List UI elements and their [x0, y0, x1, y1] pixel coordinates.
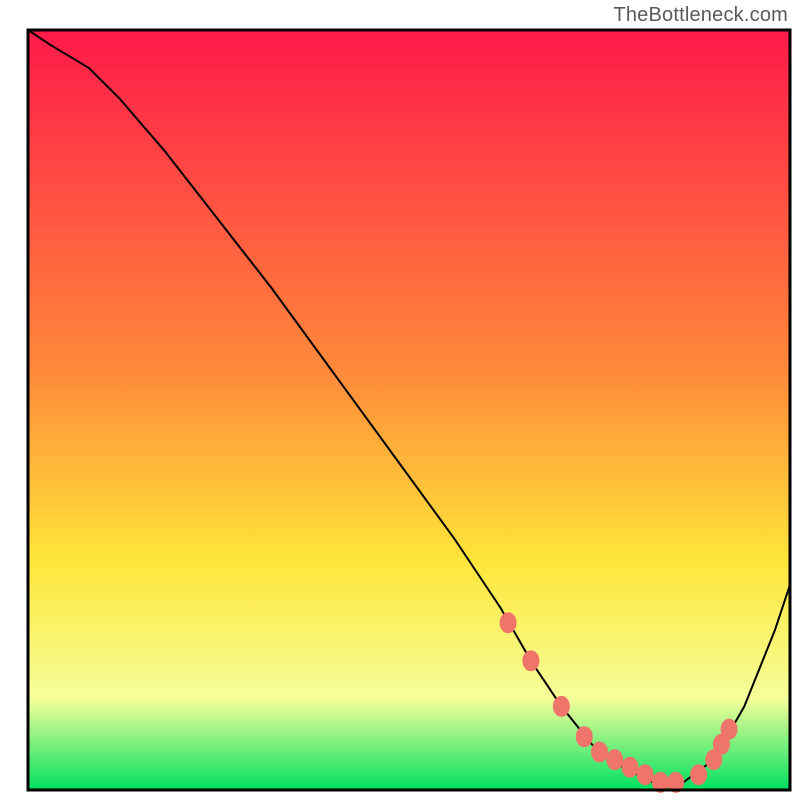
marker-dot	[523, 651, 539, 671]
marker-dot	[500, 613, 516, 633]
chart-frame: TheBottleneck.com	[0, 0, 800, 800]
marker-dot	[691, 765, 707, 785]
gradient-background	[28, 30, 790, 790]
marker-dot	[576, 727, 592, 747]
bottleneck-chart	[0, 0, 800, 800]
marker-dot	[553, 696, 569, 716]
plot-area	[28, 30, 790, 792]
marker-dot	[622, 757, 638, 777]
marker-dot	[592, 742, 608, 762]
marker-dot	[637, 765, 653, 785]
marker-dot	[607, 750, 623, 770]
marker-dot	[721, 719, 737, 739]
